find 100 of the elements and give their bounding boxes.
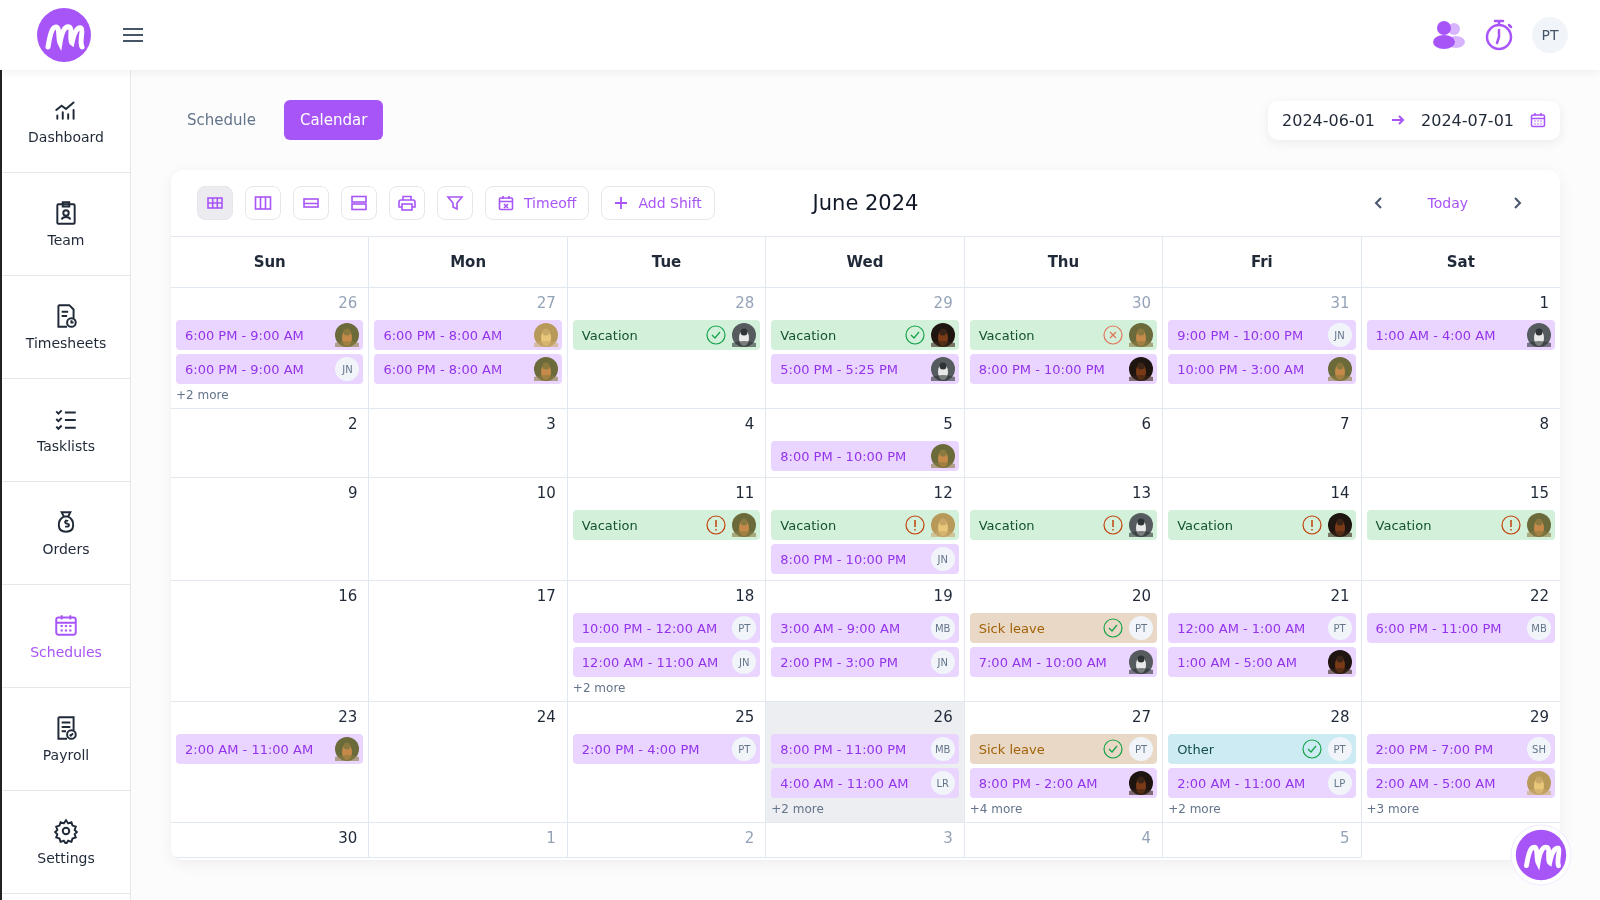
sidebar-item[interactable]: Timesheets xyxy=(2,276,130,379)
day-number: 2 xyxy=(744,829,755,849)
shift-event[interactable]: 8:00 PM - 11:00 PM MB xyxy=(771,734,959,764)
calendar-icon[interactable] xyxy=(1530,112,1546,128)
shift-event[interactable]: 6:00 PM - 9:00 AM xyxy=(176,320,364,350)
shift-event[interactable]: 12:00 AM - 11:00 AM JN xyxy=(572,647,761,677)
stopwatch-icon[interactable] xyxy=(1484,19,1514,51)
day-number: 27 xyxy=(1132,708,1152,728)
user-avatar[interactable]: PT xyxy=(1532,17,1568,53)
day-number: 10 xyxy=(536,484,556,504)
leave-event[interactable]: Vacation xyxy=(572,510,761,540)
more-link[interactable]: +2 more xyxy=(572,681,626,695)
initials-avatar: JN xyxy=(732,650,757,674)
initials-avatar: PT xyxy=(732,616,757,640)
shift-event[interactable]: 2:00 PM - 4:00 PM PT xyxy=(572,734,761,764)
day-number: 28 xyxy=(1330,708,1350,728)
today-button[interactable]: Today xyxy=(1421,194,1474,212)
shift-event[interactable]: 9:00 PM - 10:00 PM JN xyxy=(1168,320,1356,350)
weekday-header: Sat xyxy=(1361,237,1560,288)
initials-avatar: LR xyxy=(930,771,955,795)
leave-event[interactable]: Sick leave PT xyxy=(969,613,1158,643)
day-number: 22 xyxy=(1529,587,1549,607)
month-view-icon[interactable] xyxy=(197,186,233,220)
shift-event[interactable]: 10:00 PM - 3:00 AM xyxy=(1168,354,1356,384)
sidebar-item[interactable]: Tasklists xyxy=(2,379,130,482)
initials-avatar: MB xyxy=(930,616,955,640)
shift-event[interactable]: 5:00 PM - 5:25 PM xyxy=(771,354,959,384)
day-number: 4 xyxy=(744,415,755,435)
calendar-x-icon xyxy=(498,195,514,211)
shift-event[interactable]: 6:00 PM - 8:00 AM xyxy=(374,320,562,350)
shift-event[interactable]: 4:00 AM - 11:00 AM LR xyxy=(771,768,959,798)
sidebar-item[interactable]: Dashboard xyxy=(2,70,130,173)
list-view-icon[interactable] xyxy=(341,186,377,220)
more-link[interactable]: +4 more xyxy=(969,802,1023,816)
sidebar-item[interactable]: Team xyxy=(2,173,130,276)
leave-event[interactable]: Vacation xyxy=(572,320,761,350)
day-number: 16 xyxy=(338,587,358,607)
leave-event[interactable]: Vacation xyxy=(771,510,959,540)
shift-event[interactable]: 2:00 AM - 5:00 AM xyxy=(1366,768,1555,798)
date-range-field[interactable]: 2024-06-01 2024-07-01 xyxy=(1268,100,1560,140)
shift-event[interactable]: 8:00 PM - 10:00 PM xyxy=(771,441,959,471)
users-icon[interactable] xyxy=(1432,20,1466,50)
shift-event[interactable]: 2:00 AM - 11:00 AM xyxy=(176,734,364,764)
day-number: 5 xyxy=(1340,829,1350,849)
month-title: June 2024 xyxy=(812,191,919,215)
day-number: 13 xyxy=(1132,484,1152,504)
initials-avatar: JN xyxy=(930,547,955,571)
timeoff-button[interactable]: Timeoff xyxy=(485,186,590,220)
tab[interactable]: Schedule xyxy=(171,100,272,140)
initials-avatar: PT xyxy=(1129,737,1154,761)
sidebar-item[interactable]: Payroll xyxy=(2,688,130,791)
shift-event[interactable]: 8:00 PM - 2:00 AM xyxy=(969,768,1158,798)
shift-event[interactable]: 1:00 AM - 5:00 AM xyxy=(1168,647,1356,677)
leave-event[interactable]: Vacation xyxy=(1168,510,1356,540)
leave-event[interactable]: Sick leave PT xyxy=(969,734,1158,764)
add-shift-button[interactable]: Add Shift xyxy=(601,186,715,220)
more-link[interactable]: +2 more xyxy=(1168,802,1221,816)
leave-event[interactable]: Vacation xyxy=(969,510,1158,540)
shift-event[interactable]: 6:00 PM - 11:00 PM MB xyxy=(1366,613,1555,643)
shift-event[interactable]: 7:00 AM - 10:00 AM xyxy=(969,647,1158,677)
leave-event[interactable]: Vacation xyxy=(1366,510,1555,540)
day-number: 11 xyxy=(735,484,755,504)
day-number: 3 xyxy=(546,415,556,435)
shift-event[interactable]: 12:00 AM - 1:00 AM PT xyxy=(1168,613,1356,643)
shift-event[interactable]: 8:00 PM - 10:00 PM JN xyxy=(771,544,959,574)
shift-event[interactable]: 1:00 AM - 4:00 AM xyxy=(1366,320,1555,350)
more-link[interactable]: +2 more xyxy=(771,802,824,816)
shift-event[interactable]: 10:00 PM - 12:00 AM PT xyxy=(572,613,761,643)
sidebar-item[interactable]: Schedules xyxy=(2,585,130,688)
initials-avatar: SH xyxy=(1527,737,1551,761)
shift-event[interactable]: 6:00 PM - 9:00 AM JN xyxy=(176,354,364,384)
weekday-header: Tue xyxy=(567,237,767,288)
tab[interactable]: Calendar xyxy=(283,100,384,140)
more-link[interactable]: +3 more xyxy=(1366,802,1420,816)
more-link[interactable]: +2 more xyxy=(176,388,229,402)
day-number: 29 xyxy=(933,294,953,314)
sidebar-item[interactable]: Settings xyxy=(2,791,130,894)
day-number: 25 xyxy=(735,708,755,728)
settings-icon xyxy=(53,818,79,844)
weekday-header: Wed xyxy=(766,237,965,288)
logo-button[interactable] xyxy=(1510,824,1572,886)
shift-event[interactable]: 2:00 PM - 7:00 PM SH xyxy=(1366,734,1555,764)
leave-event[interactable]: Vacation xyxy=(969,320,1158,350)
day-number: 26 xyxy=(933,708,953,728)
leave-event[interactable]: Vacation xyxy=(771,320,959,350)
day-view-icon[interactable] xyxy=(293,186,329,220)
print-icon[interactable] xyxy=(389,186,425,220)
filter-icon[interactable] xyxy=(437,186,473,220)
sidebar-item[interactable]: Orders xyxy=(2,482,130,585)
day-number: 4 xyxy=(1141,829,1152,849)
shift-event[interactable]: 6:00 PM - 8:00 AM xyxy=(374,354,562,384)
initials-avatar: MB xyxy=(1527,616,1551,640)
shift-event[interactable]: 2:00 PM - 3:00 PM JN xyxy=(771,647,959,677)
week-view-icon[interactable] xyxy=(245,186,281,220)
shift-event[interactable]: 3:00 AM - 9:00 AM MB xyxy=(771,613,959,643)
shift-event[interactable]: 2:00 AM - 11:00 AM LP xyxy=(1168,768,1356,798)
day-number: 31 xyxy=(1330,294,1350,314)
shift-event[interactable]: 8:00 PM - 10:00 PM xyxy=(969,354,1158,384)
leave-event[interactable]: Other PT xyxy=(1168,734,1356,764)
day-number: 18 xyxy=(735,587,755,607)
